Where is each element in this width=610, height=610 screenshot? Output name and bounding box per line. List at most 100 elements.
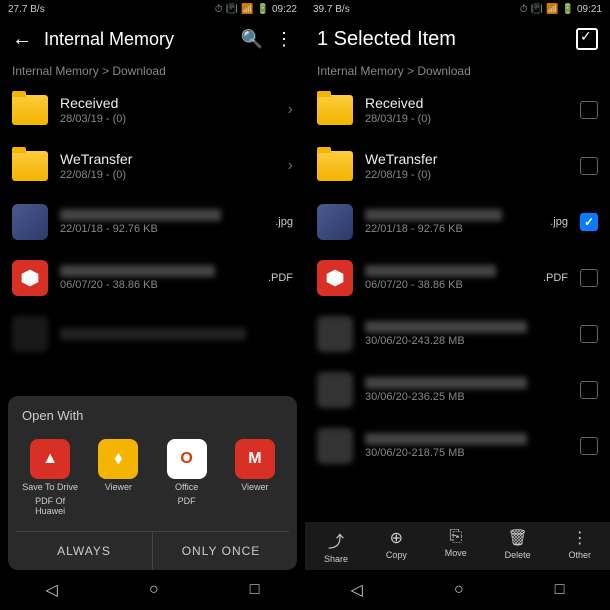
always-button[interactable]: ALWAYS bbox=[16, 532, 152, 570]
sheet-buttons: ALWAYS ONLY ONCE bbox=[16, 531, 289, 570]
item-meta: 22/08/19 - (0) bbox=[60, 169, 276, 181]
office-icon: O bbox=[167, 439, 207, 479]
folder-icon bbox=[12, 151, 48, 181]
list-item[interactable]: WeTransfer22/08/19 - (0) › bbox=[0, 138, 305, 194]
item-name-blurred bbox=[365, 321, 527, 333]
item-meta: 30/06/20-236.25 MB bbox=[365, 391, 568, 403]
breadcrumb[interactable]: Internal Memory > Download bbox=[0, 60, 305, 82]
checkbox[interactable] bbox=[580, 157, 598, 175]
checkbox-checked[interactable] bbox=[580, 213, 598, 231]
nav-bar: ◁ ○ □ bbox=[305, 570, 610, 610]
item-name-blurred bbox=[365, 265, 496, 277]
move-icon: ⎘ bbox=[449, 528, 462, 546]
delete-button[interactable]: 🗑Delete bbox=[505, 528, 531, 564]
app-sublabel: PDF bbox=[178, 497, 196, 507]
vibrate-icon: 📳 bbox=[531, 4, 543, 15]
list-item[interactable]: Received 28/03/19 - (0) bbox=[305, 82, 610, 138]
checkbox[interactable] bbox=[580, 269, 598, 287]
nav-home-icon[interactable]: ○ bbox=[149, 581, 159, 599]
vibrate-icon: 📳 bbox=[226, 4, 238, 15]
file-extension: .jpg bbox=[275, 216, 293, 228]
copy-icon: ⊕ bbox=[390, 528, 403, 548]
nav-recent-icon[interactable]: □ bbox=[555, 581, 565, 599]
breadcrumb[interactable]: Internal Memory > Download bbox=[305, 60, 610, 82]
signal-icon: 📶 bbox=[241, 4, 253, 15]
search-icon[interactable]: 🔍 bbox=[241, 29, 263, 50]
chevron-right-icon: › bbox=[288, 101, 293, 119]
item-name-blurred bbox=[365, 433, 527, 445]
list-item[interactable]: 06/07/20 - 38.86 KB .PDF bbox=[0, 250, 305, 306]
app-label: Viewer bbox=[105, 483, 132, 493]
item-meta: 30/06/20-218.75 MB bbox=[365, 447, 568, 459]
item-name-blurred bbox=[60, 209, 221, 221]
list-item[interactable]: 30/06/20-236.25 MB bbox=[305, 362, 610, 418]
item-name: WeTransfer bbox=[365, 151, 568, 167]
item-meta: 28/03/19 - (0) bbox=[365, 113, 568, 125]
item-name: WeTransfer bbox=[60, 151, 276, 167]
status-bar: 39.7 B/s ⏱ 📳 📶 🔋 09:21 bbox=[305, 0, 610, 18]
header: ← Internal Memory 🔍 ⋮ bbox=[0, 18, 305, 60]
item-name-blurred bbox=[365, 377, 527, 389]
app-list: ▲ Save To Drive PDF Of Huawei ⬧ Viewer O… bbox=[16, 433, 289, 525]
item-meta: 22/01/18 - 92.76 KB bbox=[60, 223, 261, 235]
nav-bar: ◁ ○ □ bbox=[0, 570, 305, 610]
item-meta: 22/08/19 - (0) bbox=[365, 169, 568, 181]
app-option[interactable]: ▲ Save To Drive PDF Of Huawei bbox=[20, 439, 80, 517]
alarm-icon: ⏱ bbox=[215, 4, 223, 15]
sheet-title: Open With bbox=[16, 408, 289, 433]
other-button[interactable]: ⋮Other bbox=[569, 528, 592, 564]
file-extension: .PDF bbox=[268, 272, 293, 284]
list-item[interactable]: 22/01/18 - 92.76 KB .jpg bbox=[0, 194, 305, 250]
file-extension: .jpg bbox=[550, 216, 568, 228]
thumbnail-blurred bbox=[317, 316, 353, 352]
folder-icon bbox=[317, 151, 353, 181]
item-name: Received bbox=[365, 95, 568, 111]
move-button[interactable]: ⎘Move bbox=[445, 528, 467, 564]
nav-recent-icon[interactable]: □ bbox=[250, 581, 260, 599]
checkbox[interactable] bbox=[580, 101, 598, 119]
list-item[interactable]: 22/01/18 - 92.76 KB .jpg bbox=[305, 194, 610, 250]
list-item[interactable]: 30/06/20-218.75 MB bbox=[305, 418, 610, 474]
app-sublabel: PDF Of Huawei bbox=[20, 497, 80, 517]
header: 1 Selected Item bbox=[305, 18, 610, 60]
checkbox[interactable] bbox=[580, 325, 598, 343]
left-screen: 27.7 B/s ⏱ 📳 📶 🔋 09:22 ← Internal Memory… bbox=[0, 0, 305, 610]
thumbnail-blurred bbox=[317, 372, 353, 408]
open-with-sheet: Open With ▲ Save To Drive PDF Of Huawei … bbox=[8, 396, 297, 570]
battery-icon: 🔋 bbox=[562, 4, 574, 15]
more-icon[interactable]: ⋮ bbox=[275, 29, 293, 50]
app-option[interactable]: ⬧ Viewer bbox=[88, 439, 148, 517]
app-option[interactable]: M Viewer bbox=[225, 439, 285, 517]
app-label: Save To Drive bbox=[22, 483, 78, 493]
network-speed: 27.7 B/s bbox=[8, 4, 45, 15]
nav-back-icon[interactable]: ◁ bbox=[46, 580, 58, 600]
item-meta: 06/07/20 - 38.86 KB bbox=[60, 279, 254, 291]
checkbox[interactable] bbox=[580, 381, 598, 399]
nav-home-icon[interactable]: ○ bbox=[454, 581, 464, 599]
file-list: Received28/03/19 - (0) › WeTransfer 22/08… bbox=[0, 82, 305, 362]
list-item[interactable]: Received28/03/19 - (0) › bbox=[0, 82, 305, 138]
select-all-icon[interactable] bbox=[576, 28, 598, 50]
only-once-button[interactable]: ONLY ONCE bbox=[152, 532, 289, 570]
selection-title: 1 Selected Item bbox=[317, 28, 564, 51]
mega-icon: M bbox=[235, 439, 275, 479]
list-item[interactable]: WeTransfer 22/08/19 - (0) bbox=[305, 138, 610, 194]
share-button[interactable]: ⤴Share bbox=[324, 528, 348, 564]
battery-icon: 🔋 bbox=[257, 4, 269, 15]
clock: 09:22 bbox=[272, 4, 297, 15]
app-label: Viewer bbox=[241, 483, 268, 493]
item-meta: 06/07/20 - 38.86 KB bbox=[365, 279, 529, 291]
trash-icon: 🗑 bbox=[507, 528, 527, 548]
pdf-icon bbox=[12, 260, 48, 296]
thumbnail-blurred bbox=[12, 316, 48, 352]
app-option[interactable]: O Office PDF bbox=[157, 439, 217, 517]
copy-button[interactable]: ⊕Copy bbox=[386, 528, 407, 564]
network-speed: 39.7 B/s bbox=[313, 4, 350, 15]
list-item[interactable]: 30/06/20-243.28 MB bbox=[305, 306, 610, 362]
back-icon[interactable]: ← bbox=[12, 28, 32, 51]
list-item[interactable]: 06/07/20 - 38.86 KB .PDF bbox=[305, 250, 610, 306]
list-item[interactable] bbox=[0, 306, 305, 362]
checkbox[interactable] bbox=[580, 437, 598, 455]
image-thumbnail bbox=[12, 204, 48, 240]
nav-back-icon[interactable]: ◁ bbox=[351, 580, 363, 600]
